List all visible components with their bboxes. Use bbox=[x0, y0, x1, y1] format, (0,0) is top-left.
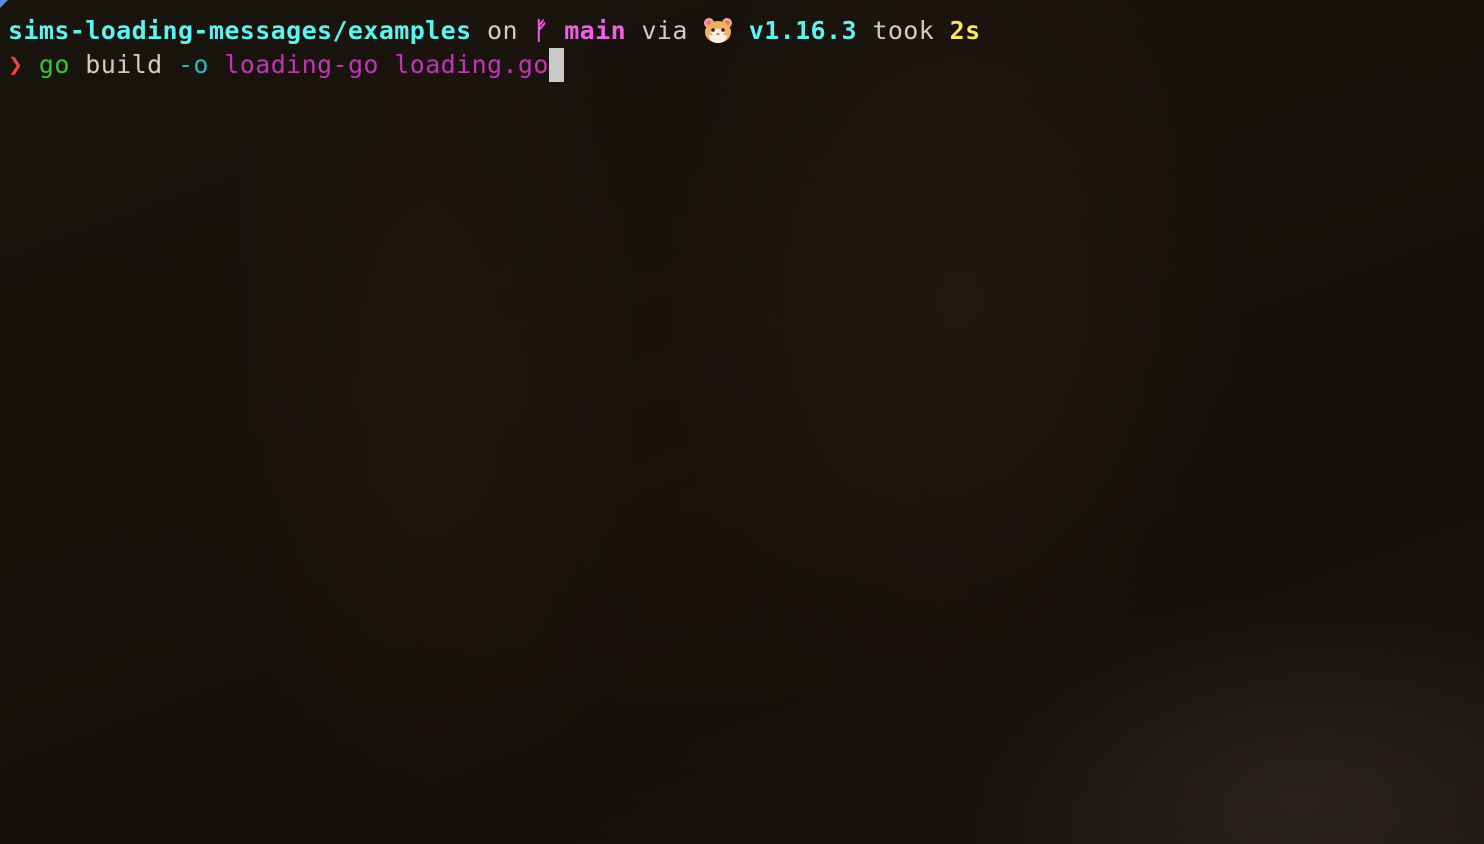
command-flag: -o bbox=[177, 50, 209, 79]
via-label: via bbox=[626, 16, 704, 45]
command-output-name: loading-go bbox=[224, 50, 379, 79]
git-branch-icon: ᚠ bbox=[533, 16, 549, 45]
command-subcommand: build bbox=[85, 50, 163, 79]
took-label: took bbox=[856, 16, 950, 45]
toolchain-version: v1.16.3 bbox=[748, 16, 857, 45]
command-input-line[interactable]: ❯ go build -o loading-go loading.go bbox=[8, 48, 1468, 82]
command-source-file: loading.go bbox=[394, 50, 549, 79]
window-corner-marker bbox=[0, 0, 8, 8]
terminal-window[interactable]: sims-loading-messages/examples on ᚠ main… bbox=[8, 14, 1468, 834]
hamster-icon bbox=[703, 16, 733, 44]
git-branch-name: main bbox=[564, 16, 627, 45]
on-label: on bbox=[471, 16, 534, 45]
text-cursor bbox=[548, 48, 564, 82]
command-name: go bbox=[38, 50, 70, 79]
command-duration: 2s bbox=[949, 16, 981, 45]
prompt-chevron-icon: ❯ bbox=[8, 50, 24, 79]
prompt-status-line: sims-loading-messages/examples on ᚠ main… bbox=[8, 14, 1468, 48]
current-directory: sims-loading-messages/examples bbox=[8, 16, 472, 45]
